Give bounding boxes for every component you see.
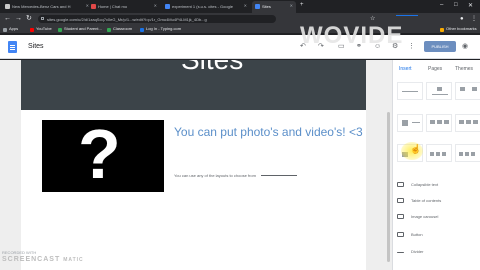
sites-logo-icon[interactable]: [8, 41, 17, 53]
card-heading[interactable]: You can put photo's and video's! <3: [174, 125, 364, 140]
tab-title: New Mercedes-Benz Cars and H: [12, 4, 71, 9]
url-text: sites.google.com/u/2/d/1zaqScq7x0eG_Mr/p…: [47, 17, 207, 22]
insert-button[interactable]: Button: [411, 232, 423, 237]
layout-option[interactable]: [455, 144, 480, 162]
insert-divider[interactable]: Divider: [411, 249, 423, 254]
canvas-scrollbar[interactable]: [387, 112, 390, 262]
layout-option[interactable]: [426, 144, 452, 162]
app-title: Sites: [28, 43, 44, 50]
card-subtext[interactable]: You can use any of the layouts to choose…: [174, 173, 297, 178]
close-icon[interactable]: ✕: [154, 3, 157, 8]
maximize-icon[interactable]: □: [454, 2, 458, 8]
tab-title: Home | Chat mo: [98, 4, 128, 9]
layout-option[interactable]: [426, 82, 452, 100]
apps-icon: [3, 28, 7, 32]
collapsible-text-icon: [397, 182, 404, 187]
bookmark-student-parent[interactable]: Student and Parent...: [58, 26, 102, 32]
layout-option[interactable]: [397, 82, 423, 100]
menu-icon[interactable]: ⋮: [471, 15, 477, 23]
tab-favicon-icon: [91, 4, 96, 9]
account-avatar-icon[interactable]: ◉: [462, 43, 468, 51]
classroom-icon: [107, 28, 111, 32]
bookmarks-bar: Apps YouTube Student and Parent... Class…: [0, 25, 480, 34]
close-icon[interactable]: ✕: [290, 3, 293, 8]
tab-pages[interactable]: Pages: [428, 66, 442, 72]
browser-tab-active[interactable]: Sites ✕: [252, 1, 296, 13]
recorder-watermark-logo: WOVIDE: [300, 22, 404, 49]
layout-option[interactable]: [397, 114, 423, 132]
tab-favicon-icon: [165, 4, 170, 9]
forward-icon[interactable]: →: [15, 15, 22, 23]
sites-app-bar: Sites ↶ ↷ ▭ ⚭ ☺ ⚙ ⋮ PUBLISH ◉: [0, 35, 480, 59]
browser-tab[interactable]: New Mercedes-Benz Cars and H ✕: [2, 1, 92, 13]
close-window-icon[interactable]: ✕: [468, 2, 473, 9]
publish-button[interactable]: PUBLISH: [424, 41, 456, 52]
tab-insert[interactable]: Insert: [399, 66, 412, 72]
recording-watermark-line1: RECORDED WITH: [2, 250, 37, 255]
other-bookmarks[interactable]: Other bookmarks: [440, 26, 477, 32]
bookmark-youtube[interactable]: YouTube: [30, 26, 52, 32]
arrow-line-icon: [260, 175, 297, 177]
tab-favicon-icon: [5, 4, 10, 9]
minimize-icon[interactable]: –: [440, 2, 443, 8]
tab-favicon-icon: [255, 4, 260, 9]
question-mark-glyph: ?: [78, 115, 121, 193]
close-icon[interactable]: ✕: [244, 3, 247, 8]
youtube-icon: [30, 28, 34, 32]
layout-option[interactable]: [426, 114, 452, 132]
bookmark-classroom[interactable]: Classroom: [107, 26, 132, 32]
tab-title: experiment 1 (s.u.s. cites - Google: [172, 4, 233, 9]
insert-table-of-contents[interactable]: Table of contents: [411, 198, 441, 203]
divider-icon: [397, 252, 404, 253]
lock-icon: [41, 17, 44, 20]
browser-tab[interactable]: Home | Chat mo ✕: [88, 1, 160, 13]
profile-avatar-icon[interactable]: ●: [460, 15, 464, 23]
bookmark-icon: [58, 28, 62, 32]
layout-option[interactable]: [455, 114, 480, 132]
folder-icon: [440, 28, 444, 32]
reload-icon[interactable]: ↻: [26, 15, 32, 23]
button-icon: [397, 232, 404, 237]
hero-title[interactable]: Sites: [181, 60, 243, 75]
recording-watermark: SCREENCAST MATIC: [2, 256, 84, 263]
browser-tab-strip: New Mercedes-Benz Cars and H ✕ Home | Ch…: [0, 0, 480, 13]
bookmark-apps[interactable]: Apps: [3, 26, 18, 32]
tab-themes[interactable]: Themes: [455, 66, 473, 72]
table-of-contents-icon: [397, 198, 404, 203]
back-icon[interactable]: ←: [4, 15, 11, 23]
hero-banner[interactable]: Sites: [21, 60, 366, 110]
hand-cursor-icon: ☝: [410, 144, 422, 154]
more-icon[interactable]: ⋮: [408, 43, 415, 51]
insert-image-carousel[interactable]: Image carousel: [411, 214, 438, 219]
active-tab-indicator: [396, 15, 418, 16]
tab-title: Sites: [262, 4, 271, 9]
bookmark-icon: [140, 28, 144, 32]
insert-collapsible-text[interactable]: Collapsible text: [411, 182, 438, 187]
bookmark-typing[interactable]: Log In - Typing.com: [140, 26, 181, 32]
new-tab-icon[interactable]: +: [300, 2, 304, 8]
image-carousel-icon: [397, 214, 404, 219]
browser-tab[interactable]: experiment 1 (s.u.s. cites - Google ✕: [162, 1, 250, 13]
layout-option[interactable]: [455, 82, 480, 100]
address-bar[interactable]: sites.google.com/u/2/d/1zaqScq7x0eG_Mr/p…: [38, 15, 276, 23]
